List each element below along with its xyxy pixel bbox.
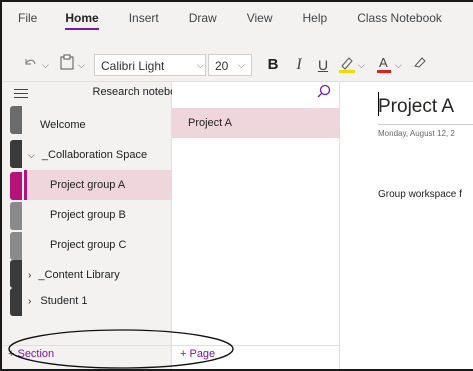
section-item-welcome[interactable]: Welcome <box>24 110 172 140</box>
ribbon-toolbar: ⌵ ⌵ Calibri Light ⌵ 20 ⌵ B I U ⌵ A ⌵ <box>2 48 473 82</box>
bold-button[interactable]: B <box>266 54 280 76</box>
section-tab-color <box>10 288 22 316</box>
section-item-label: Welcome <box>40 119 86 131</box>
italic-button[interactable]: I <box>292 54 306 76</box>
highlighter-icon[interactable] <box>338 54 356 76</box>
tab-help[interactable]: Help <box>303 11 340 25</box>
chevron-right-icon[interactable]: › <box>28 296 31 307</box>
section-group-collaboration-space[interactable]: ⌵ _Collaboration Space <box>24 140 172 170</box>
highlight-chevron-icon[interactable]: ⌵ <box>358 54 365 76</box>
onenote-window: File Home Insert Draw View Help Class No… <box>0 0 473 371</box>
page-panel: Project A + Page <box>172 82 340 369</box>
section-item-label: _Content Library <box>38 269 120 281</box>
font-size-chevron-icon[interactable]: ⌵ <box>238 54 245 76</box>
tab-view[interactable]: View <box>247 11 285 25</box>
ribbon-tabs: File Home Insert Draw View Help Class No… <box>18 11 454 30</box>
page-date: Monday, August 12, 2 <box>378 129 455 138</box>
underline-button[interactable]: U <box>316 54 330 76</box>
section-item-project-group-a[interactable]: Project group A <box>24 170 172 200</box>
title-underline <box>378 124 473 125</box>
font-name-select[interactable]: Calibri Light <box>94 54 206 76</box>
section-tab-color <box>10 140 22 168</box>
section-item-label: Project group C <box>50 239 127 251</box>
section-item-label: Project group A <box>50 179 126 191</box>
clipboard-icon[interactable] <box>59 54 75 76</box>
add-section-button[interactable]: + Section <box>8 348 54 360</box>
search-icon[interactable] <box>316 84 332 100</box>
section-tab-color <box>10 260 22 288</box>
paste-dropdown-chevron-icon[interactable]: ⌵ <box>78 54 85 76</box>
undo-dropdown-chevron-icon[interactable]: ⌵ <box>42 54 49 76</box>
ribbon-menu-bar: File Home Insert Draw View Help Class No… <box>2 2 473 48</box>
page-title[interactable]: Project A <box>378 96 454 118</box>
section-tab-color <box>10 106 22 134</box>
section-item-project-group-b[interactable]: Project group B <box>24 200 172 230</box>
section-item-label: _Collaboration Space <box>41 149 148 161</box>
page-content-canvas[interactable]: Project A Monday, August 12, 2 Group wor… <box>340 82 473 369</box>
hamburger-menu-icon[interactable] <box>14 86 28 100</box>
font-color-chevron-icon[interactable]: ⌵ <box>395 54 402 76</box>
font-color-icon[interactable]: A <box>376 54 392 76</box>
section-item-label: Project group B <box>50 209 126 221</box>
section-tab-color <box>10 202 22 230</box>
tab-class-notebook[interactable]: Class Notebook <box>357 11 454 25</box>
tab-draw[interactable]: Draw <box>189 11 229 25</box>
chevron-down-icon[interactable]: ⌵ <box>28 150 35 160</box>
tab-file[interactable]: File <box>18 11 49 25</box>
section-tab-color <box>10 172 22 200</box>
page-body-text[interactable]: Group workspace f <box>378 189 462 200</box>
undo-icon[interactable] <box>22 54 38 76</box>
svg-text:A: A <box>379 55 388 70</box>
section-item-project-group-c[interactable]: Project group C <box>24 230 172 260</box>
section-tab-color <box>10 232 22 260</box>
font-name-chevron-icon[interactable]: ⌵ <box>197 54 204 76</box>
section-panel: Research notebook project 2019 Welcome ⌵… <box>2 82 252 369</box>
section-group-student-1[interactable]: › Student 1 <box>24 286 172 316</box>
tab-home[interactable]: Home <box>65 11 110 30</box>
font-size-select[interactable]: 20 <box>208 54 252 76</box>
page-item-project-a[interactable]: Project A <box>172 108 339 138</box>
chevron-right-icon[interactable]: › <box>28 270 31 281</box>
clear-formatting-icon[interactable] <box>412 54 428 76</box>
tab-insert[interactable]: Insert <box>129 11 171 25</box>
bottom-divider <box>2 345 340 346</box>
add-page-button[interactable]: + Page <box>180 348 215 360</box>
section-item-label: Student 1 <box>40 295 88 307</box>
